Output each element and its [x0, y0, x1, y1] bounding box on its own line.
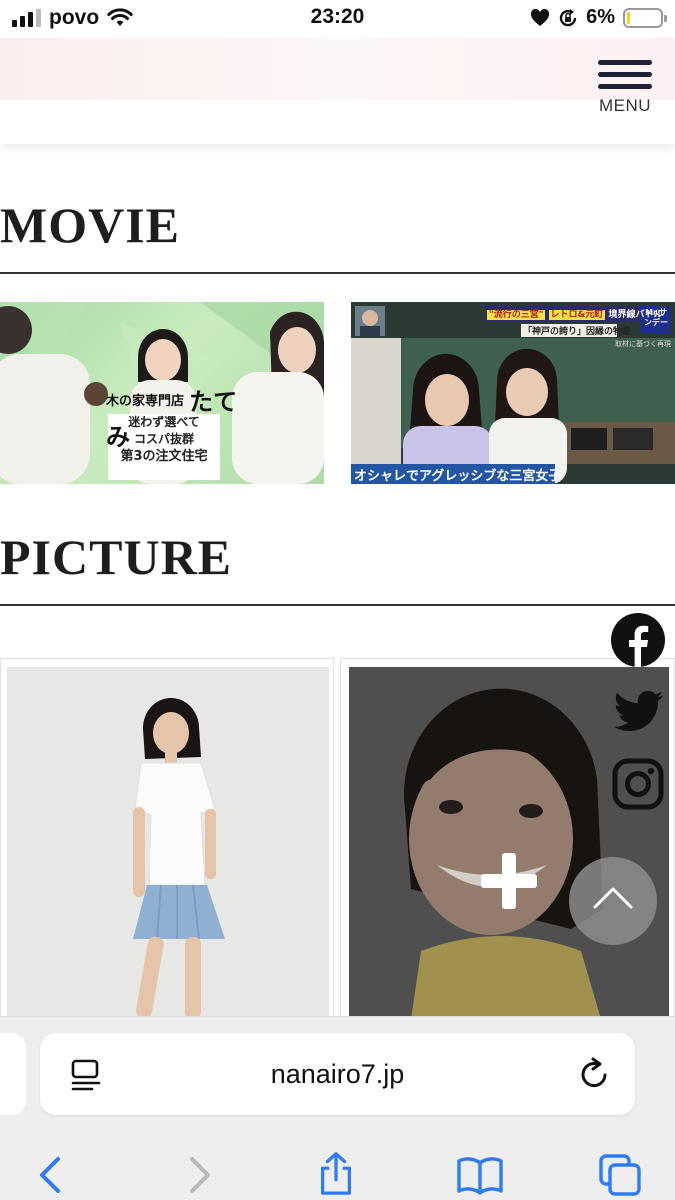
site-header: MENU: [0, 38, 675, 144]
caption-line: コスパ抜群: [133, 432, 194, 446]
brand-name-small: 木の家専門店: [106, 394, 185, 409]
instagram-icon[interactable]: [611, 757, 665, 811]
photo-card-full-body[interactable]: [0, 658, 334, 1018]
picture-section-title: PICTURE: [0, 529, 233, 585]
share-icon[interactable]: [314, 1151, 358, 1195]
hamburger-icon-bar: [598, 84, 652, 89]
rotation-lock-icon: [559, 8, 577, 26]
tag: レトロ&元町: [548, 310, 606, 320]
caption-line: 第3の注文住宅: [120, 449, 208, 464]
bookmarks-icon[interactable]: [456, 1153, 504, 1197]
video-thumbnail-mr-sunday[interactable]: "流行の三宮" レトロ&元町 境界線バトル Mr.サンデー 「神戸の誇り」因縁の…: [351, 302, 675, 484]
facebook-icon[interactable]: [611, 613, 665, 667]
section-divider: [0, 272, 675, 274]
video-caption: 迷わず選べて コスパ抜群 第3の注文住宅: [108, 414, 220, 465]
tv-headline-tags: "流行の三宮" レトロ&元町 境界線バトル: [487, 307, 663, 320]
twitter-icon[interactable]: [611, 683, 665, 737]
menu-label: MENU: [598, 96, 652, 115]
section-divider: [0, 604, 675, 606]
status-bar: povo 23:20 6%: [0, 0, 675, 38]
url-text: nanairo7.jp: [270, 1059, 405, 1089]
tabs-icon[interactable]: [598, 1153, 642, 1197]
battery-icon: [623, 7, 667, 28]
battery-percent: 6%: [586, 6, 615, 28]
back-icon[interactable]: [30, 1153, 74, 1197]
forward-icon[interactable]: [176, 1153, 220, 1197]
header-banner: [0, 38, 675, 100]
tag: "流行の三宮": [487, 310, 546, 320]
scroll-to-top-button[interactable]: [569, 857, 657, 945]
status-right: 6%: [530, 6, 667, 29]
hamburger-icon-bar: [598, 72, 652, 77]
caption-line: 迷わず選べて: [128, 415, 200, 429]
menu-button[interactable]: MENU: [595, 60, 655, 126]
heart-icon: [531, 8, 550, 26]
hamburger-icon: [598, 60, 652, 65]
chevron-up-icon: [593, 887, 633, 909]
tv-subtitle: オシャレでアグレッシブな三宮女子: [354, 469, 562, 484]
photo-full-body: [7, 667, 329, 1017]
reload-icon[interactable]: [577, 1057, 611, 1091]
browser-bottom-bar: nanairo7.jp: [0, 1016, 675, 1200]
story-title: 「神戸の誇り」因縁の物語: [523, 327, 632, 337]
video-thumbnail-tatemi[interactable]: 木の家専門店 たてみ 迷わず選べて コスパ抜群 第3の注文住宅: [0, 302, 324, 484]
movie-section-title: MOVIE: [0, 197, 180, 253]
plus-icon[interactable]: [481, 853, 537, 909]
source-note: 取材に基づく再現: [615, 340, 671, 348]
previous-tab-peek[interactable]: [0, 1033, 26, 1115]
channel-logo: Mr.サンデー: [644, 308, 668, 327]
address-bar[interactable]: nanairo7.jp: [40, 1033, 635, 1115]
